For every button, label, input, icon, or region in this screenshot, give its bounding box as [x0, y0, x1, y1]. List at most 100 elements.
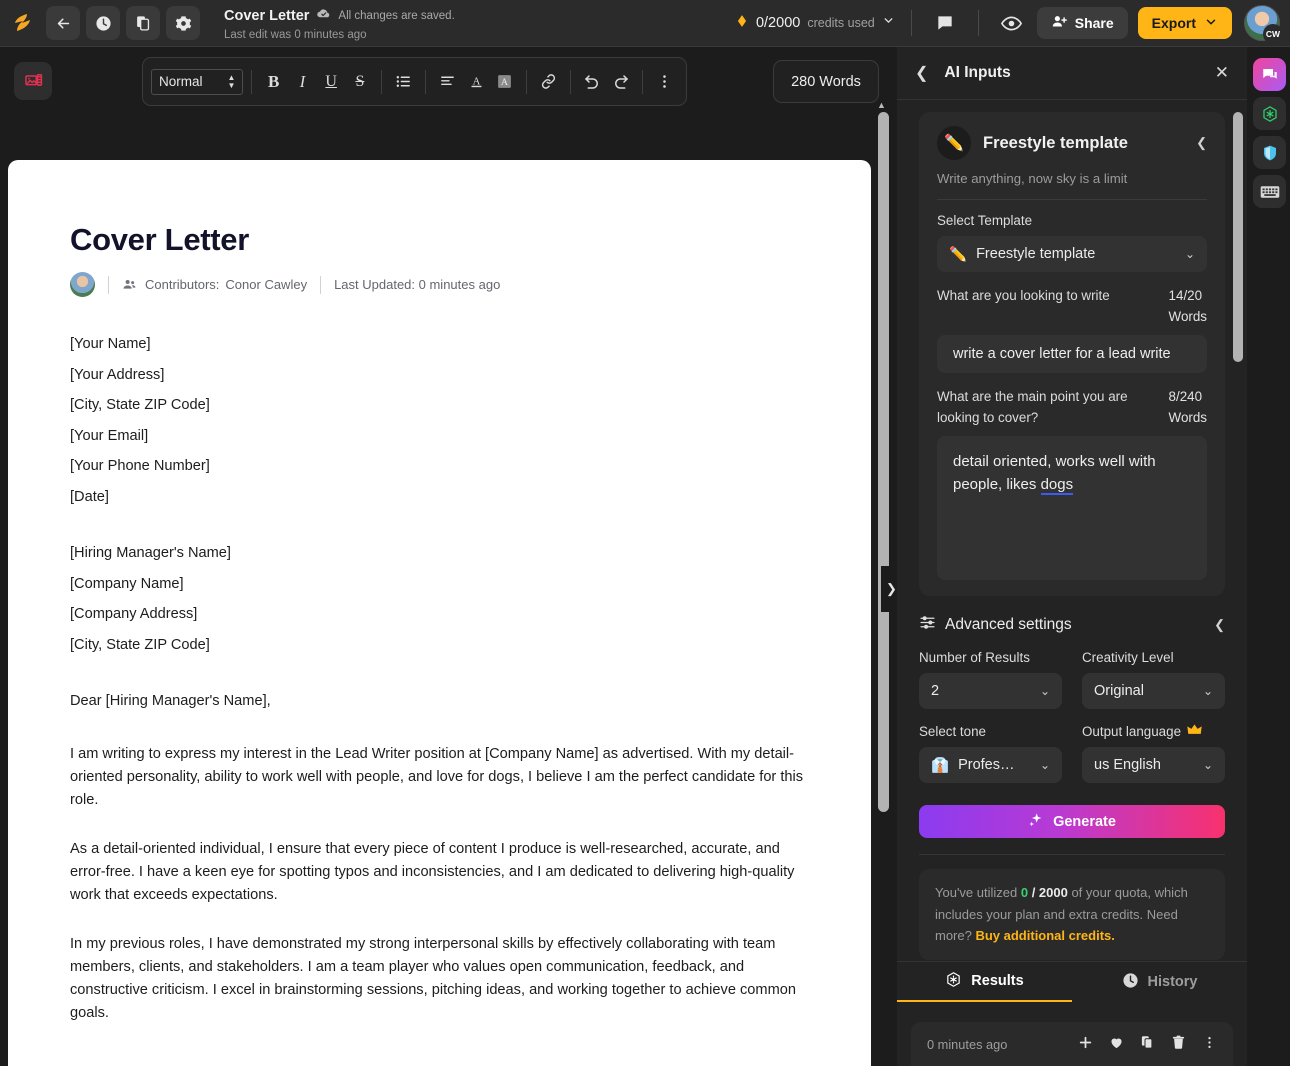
- chevron-down-icon: ⌄: [1185, 247, 1195, 261]
- advanced-settings-header[interactable]: Advanced settings ❮: [919, 614, 1225, 636]
- creativity-dropdown[interactable]: Original ⌄: [1082, 673, 1225, 709]
- contributors-icon: [122, 277, 137, 292]
- image-insert-icon[interactable]: [14, 62, 52, 100]
- delete-icon[interactable]: [1171, 1035, 1186, 1053]
- top-bar: Cover Letter All changes are saved. Last…: [0, 0, 1290, 47]
- more-options-icon[interactable]: [651, 67, 678, 97]
- favorite-heart-icon[interactable]: [1109, 1035, 1124, 1053]
- export-label: Export: [1152, 15, 1196, 31]
- tone-label: Select tone: [919, 723, 1062, 739]
- strikethrough-button[interactable]: S: [347, 67, 374, 97]
- language-label-wrap: Output language: [1082, 723, 1225, 739]
- app-root: Cover Letter All changes are saved. Last…: [0, 0, 1290, 1066]
- field2-textarea[interactable]: detail oriented, works well with people,…: [937, 436, 1207, 580]
- top-bar-right: 0/2000 credits used Share Expo: [735, 0, 1290, 46]
- share-button[interactable]: Share: [1037, 7, 1128, 39]
- right-rail: [1253, 58, 1289, 208]
- svg-text:A: A: [501, 77, 509, 88]
- shield-icon[interactable]: [1253, 136, 1286, 169]
- sparkle-icon: [1028, 812, 1044, 832]
- language-dropdown[interactable]: us English ⌄: [1082, 747, 1225, 783]
- copy-icon[interactable]: [1140, 1035, 1155, 1053]
- result-item[interactable]: 0 minutes ago: [911, 1022, 1233, 1066]
- chevron-down-icon: [882, 14, 895, 32]
- align-left-icon[interactable]: [434, 67, 461, 97]
- text-color-icon[interactable]: A: [463, 67, 490, 97]
- eye-icon[interactable]: [995, 6, 1029, 40]
- template-card: ✏️ Freestyle template ❮ Write anything, …: [919, 112, 1225, 596]
- tab-history[interactable]: History: [1072, 962, 1247, 1002]
- text-style-select[interactable]: Normal ▲▼: [151, 69, 243, 95]
- field1-label: What are you looking to write: [937, 285, 1110, 306]
- scroll-up-arrow-icon[interactable]: ▲: [877, 100, 886, 110]
- stepper-arrows-icon: ▲▼: [227, 74, 235, 90]
- address-line: [City, State ZIP Code]: [70, 390, 809, 421]
- chevron-up-icon[interactable]: ❮: [1214, 617, 1225, 633]
- credits-indicator[interactable]: 0/2000 credits used: [735, 14, 895, 33]
- quota-notice: You've utilized 0 / 2000 of your quota, …: [919, 869, 1225, 960]
- address-line: [Your Name]: [70, 329, 809, 360]
- credits-diamond-icon: [735, 14, 749, 33]
- chevron-down-icon: ⌄: [1040, 684, 1050, 698]
- gear-icon[interactable]: [166, 6, 200, 40]
- ai-detector-icon[interactable]: [1253, 97, 1286, 130]
- close-icon[interactable]: ✕: [1215, 63, 1229, 83]
- bullet-list-icon[interactable]: [390, 67, 417, 97]
- document-title[interactable]: Cover Letter: [224, 8, 309, 24]
- num-results-value: 2: [931, 683, 939, 699]
- document-body[interactable]: [Your Name] [Your Address] [City, State …: [70, 329, 809, 1025]
- buy-credits-link[interactable]: Buy additional credits.: [975, 928, 1114, 943]
- avatar: [70, 272, 95, 297]
- underline-button[interactable]: U: [318, 67, 345, 97]
- ai-inputs-panel: ❮ AI Inputs ✕ ✏️ Freestyle template ❮ Wr…: [897, 47, 1247, 1066]
- num-results-dropdown[interactable]: 2 ⌄: [919, 673, 1062, 709]
- back-arrow-icon[interactable]: [46, 6, 80, 40]
- clock-icon[interactable]: [86, 6, 120, 40]
- back-chevron-icon[interactable]: ❮: [915, 63, 928, 83]
- field1-input[interactable]: write a cover letter for a lead write: [937, 335, 1207, 373]
- chevron-up-icon[interactable]: ❮: [1196, 135, 1207, 151]
- page-title: Cover Letter: [70, 222, 809, 258]
- results-hex-icon: [945, 971, 962, 992]
- italic-button[interactable]: I: [289, 67, 316, 97]
- document-page[interactable]: Cover Letter Contributors: Conor Cawley …: [8, 160, 871, 1066]
- divider: [642, 70, 643, 94]
- chevron-down-icon: ⌄: [1203, 758, 1213, 772]
- undo-icon[interactable]: [579, 67, 606, 97]
- divider: [570, 70, 571, 94]
- keyboard-icon[interactable]: [1253, 175, 1286, 208]
- bold-button[interactable]: B: [260, 67, 287, 97]
- select-template-dropdown[interactable]: ✏️ Freestyle template ⌄: [937, 236, 1207, 272]
- company-line: [Hiring Manager's Name]: [70, 538, 809, 569]
- quota-separator: /: [1028, 885, 1039, 900]
- panel-scrollbar[interactable]: [1233, 112, 1243, 362]
- link-icon[interactable]: [535, 67, 562, 97]
- add-icon[interactable]: [1078, 1035, 1093, 1053]
- tab-results[interactable]: Results: [897, 962, 1072, 1002]
- document-scrollbar[interactable]: [878, 112, 889, 812]
- divider: [251, 70, 252, 94]
- documents-icon[interactable]: [126, 6, 160, 40]
- address-line: [Your Address]: [70, 360, 809, 391]
- chat-bubble-icon[interactable]: [1253, 58, 1286, 91]
- generate-button[interactable]: Generate: [919, 805, 1225, 838]
- spacer: [70, 660, 809, 686]
- comment-icon[interactable]: [928, 6, 962, 40]
- panel-title: AI Inputs: [944, 64, 1010, 82]
- salutation: Dear [Hiring Manager's Name],: [70, 686, 809, 717]
- export-button[interactable]: Export: [1138, 7, 1232, 39]
- chevron-down-icon: ⌄: [1040, 758, 1050, 772]
- template-header: ✏️ Freestyle template ❮: [937, 126, 1207, 160]
- credits-value: 0/2000: [756, 15, 800, 31]
- divider: [320, 276, 321, 294]
- more-options-icon[interactable]: [1202, 1035, 1217, 1053]
- tone-emoji-icon: 👔: [931, 757, 949, 774]
- chevron-down-icon: ⌄: [1203, 684, 1213, 698]
- brand-logo-icon[interactable]: [0, 11, 46, 35]
- highlight-color-icon[interactable]: A: [491, 67, 518, 97]
- redo-icon[interactable]: [608, 67, 635, 97]
- contributors-label: Contributors:: [145, 277, 219, 292]
- user-avatar[interactable]: CW: [1244, 5, 1280, 41]
- panel-body: ✏️ Freestyle template ❮ Write anything, …: [897, 100, 1247, 1008]
- tone-dropdown[interactable]: 👔 Profes… ⌄: [919, 747, 1062, 783]
